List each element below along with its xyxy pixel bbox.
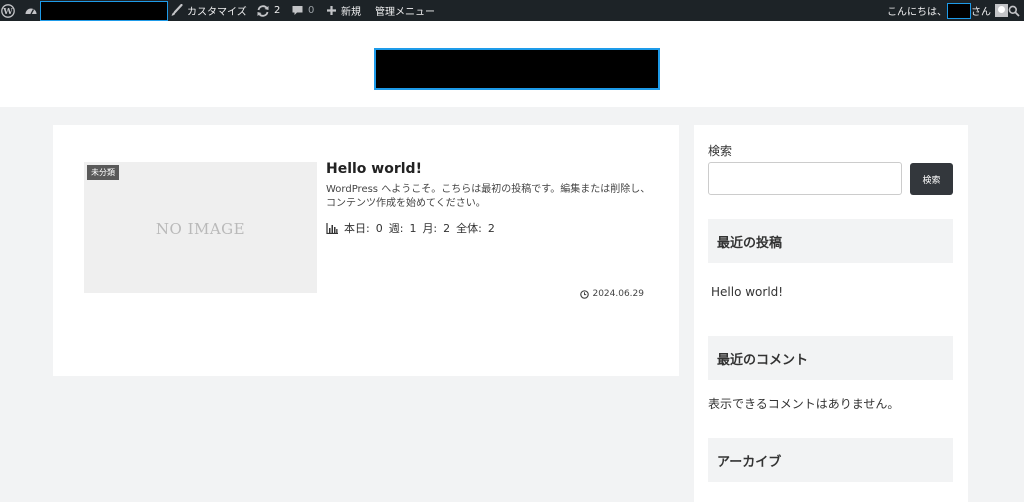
brush-icon <box>171 4 183 16</box>
site-name-link[interactable] <box>40 1 168 21</box>
my-account-menu[interactable]: こんにちは、 さん <box>887 0 1008 21</box>
admin-menu-label: 管理メニュー <box>375 7 435 18</box>
clock-icon <box>580 289 590 299</box>
site-header <box>0 21 1024 107</box>
new-content-menu[interactable]: 新規 <box>326 0 361 21</box>
comments-count: 0 <box>308 5 315 16</box>
recent-comments-heading: 最近のコメント <box>708 336 953 380</box>
admin-menu-link[interactable]: 管理メニュー <box>375 0 435 21</box>
no-comments-text: 表示できるコメントはありません。 <box>708 397 900 411</box>
pv-month-value: 2 <box>443 221 451 235</box>
pv-week-label: 週: <box>388 222 404 235</box>
search-widget-title: 検索 <box>708 144 733 158</box>
admin-bar: W カスタマイズ 2 0 新規 管理メニュー こんにちは、 さん <box>0 0 1024 21</box>
updates-count: 2 <box>274 5 281 16</box>
pv-month-label: 月: <box>422 222 438 235</box>
pv-week-value: 1 <box>409 221 417 235</box>
search-input[interactable] <box>708 162 902 195</box>
updates-menu[interactable]: 2 <box>256 0 280 21</box>
new-label: 新規 <box>341 7 361 18</box>
post-title[interactable]: Hello world! <box>326 161 422 177</box>
pageview-counter: 本日: 0 週: 1 月: 2 全体: 2 <box>326 220 495 236</box>
search-toggle[interactable] <box>1008 0 1020 21</box>
avatar <box>995 4 1008 17</box>
no-image-text: NO IMAGE <box>155 220 246 238</box>
comment-icon <box>292 6 303 15</box>
updates-icon <box>257 4 269 17</box>
pv-today-value: 0 <box>375 221 383 235</box>
bar-chart-icon <box>326 222 338 234</box>
dashboard-icon[interactable] <box>24 0 38 21</box>
username-redacted <box>947 2 971 19</box>
svg-text:W: W <box>2 7 13 17</box>
recent-post-link[interactable]: Hello world! <box>711 285 783 299</box>
site-logo-redacted[interactable] <box>374 48 660 90</box>
post-date-text: 2024.06.29 <box>592 289 644 299</box>
greeting-text: こんにちは、 <box>887 7 947 18</box>
recent-posts-heading: 最近の投稿 <box>708 219 953 263</box>
search-button[interactable]: 検索 <box>910 163 953 195</box>
pv-total-label: 全体: <box>456 222 482 235</box>
post-date: 2024.06.29 <box>580 289 644 299</box>
customize-label: カスタマイズ <box>187 7 247 18</box>
post-thumbnail[interactable]: 未分類 NO IMAGE <box>84 162 317 293</box>
post-excerpt: WordPress へようこそ。こちらは最初の投稿です。編集または削除し、コンテ… <box>326 184 651 209</box>
customize-menu[interactable]: カスタマイズ <box>170 0 247 21</box>
search-icon <box>1008 5 1020 17</box>
sidebar: 検索 検索 最近の投稿 Hello world! 最近のコメント 表示できるコメ… <box>694 125 968 502</box>
plus-icon <box>327 6 336 15</box>
post-card: 未分類 NO IMAGE Hello world! WordPress へようこ… <box>53 125 679 376</box>
greeting-suffix: さん <box>971 7 991 18</box>
archive-heading: アーカイブ <box>708 438 953 482</box>
wordpress-logo-icon[interactable]: W <box>1 0 15 21</box>
pv-today-label: 本日: <box>344 222 370 235</box>
category-label[interactable]: 未分類 <box>87 165 119 180</box>
pv-total-value: 2 <box>487 221 495 235</box>
comments-menu[interactable]: 0 <box>291 0 314 21</box>
